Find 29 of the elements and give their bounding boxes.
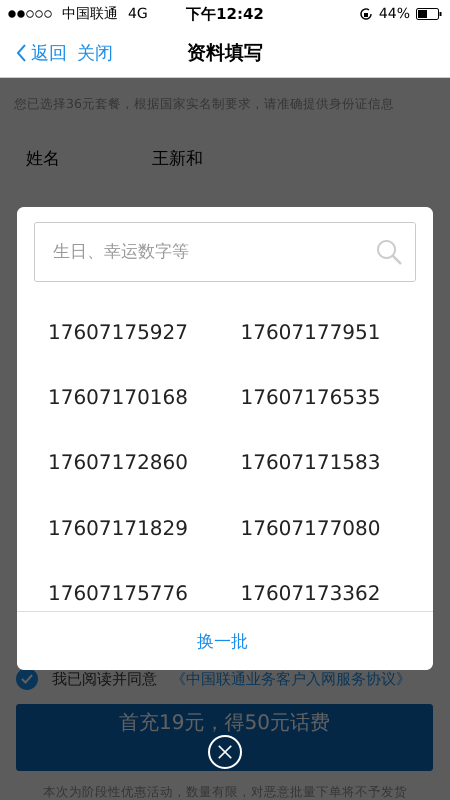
- phone-number-option[interactable]: 17607175927: [48, 314, 240, 350]
- back-button[interactable]: 返回: [16, 40, 67, 64]
- phone-number-option[interactable]: 17607177951: [240, 314, 433, 350]
- chevron-left-icon: [16, 44, 27, 62]
- carrier: 中国联通: [62, 5, 118, 23]
- phone-number-option[interactable]: 17607175776: [48, 576, 240, 611]
- phone-number-option[interactable]: 17607171829: [48, 510, 240, 546]
- battery-icon: [416, 8, 442, 20]
- refresh-link[interactable]: 换一批: [197, 630, 248, 652]
- signal-icon: [8, 10, 52, 18]
- close-button[interactable]: 关闭: [77, 40, 113, 64]
- field-value: 王新和: [152, 148, 203, 171]
- page-title: 资料填写: [187, 40, 263, 66]
- phone-number-option[interactable]: 17607173362: [240, 576, 433, 611]
- agreement-text: 我已阅读并同意: [52, 670, 157, 688]
- clock: 下午12:42: [186, 4, 264, 24]
- close-icon[interactable]: [208, 735, 242, 769]
- field-label: 姓名: [26, 148, 61, 171]
- rotation-lock-icon: [358, 7, 373, 21]
- agree-checkbox[interactable]: [16, 668, 38, 690]
- phone-number-option[interactable]: 17607176535: [240, 379, 433, 415]
- check-icon: [21, 674, 33, 684]
- phone-number-option[interactable]: 17607177080: [240, 510, 433, 546]
- battery-percent: 44%: [378, 6, 410, 22]
- search-field[interactable]: 生日、幸运数字等: [34, 222, 416, 282]
- phone-number-option[interactable]: 17607171583: [240, 444, 433, 480]
- phone-number-option[interactable]: 17607170168: [48, 379, 240, 415]
- network-type: 4G: [128, 6, 148, 22]
- phone-number-option[interactable]: 17607172860: [48, 444, 240, 480]
